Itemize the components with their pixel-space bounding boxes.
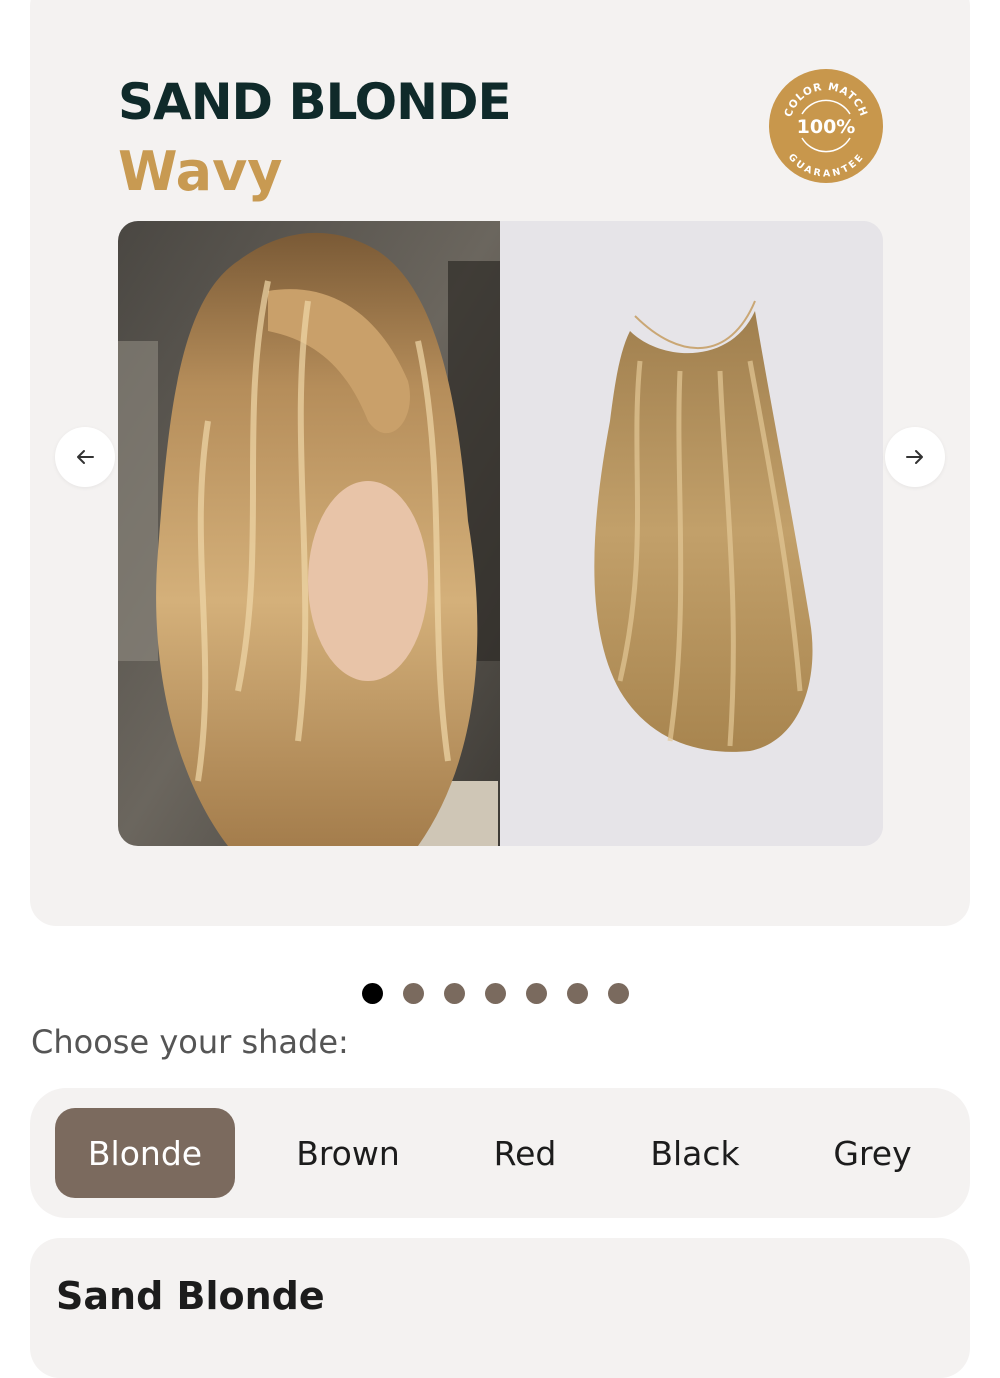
- color-match-badge: COLOR MATCH 100% GUARANTEE: [769, 69, 883, 183]
- shade-option-red[interactable]: Red: [465, 1108, 585, 1198]
- shade-option-black[interactable]: Black: [620, 1108, 770, 1198]
- shade-option-grey[interactable]: Grey: [805, 1108, 940, 1198]
- pagination-dot-2[interactable]: [403, 983, 424, 1004]
- product-gallery[interactable]: [118, 221, 883, 846]
- pagination-dot-1[interactable]: [362, 983, 383, 1004]
- shade-option-brown[interactable]: Brown: [268, 1108, 428, 1198]
- pagination-dot-6[interactable]: [567, 983, 588, 1004]
- model-photo: [118, 221, 500, 846]
- choose-shade-label: Choose your shade:: [31, 1023, 349, 1061]
- shade-detail-title: Sand Blonde: [56, 1274, 325, 1318]
- badge-center-text: 100%: [797, 116, 856, 138]
- next-image-button[interactable]: [885, 427, 945, 487]
- pagination-dot-4[interactable]: [485, 983, 506, 1004]
- pagination-dot-5[interactable]: [526, 983, 547, 1004]
- product-subtitle: Wavy: [118, 140, 283, 203]
- pagination-dot-3[interactable]: [444, 983, 465, 1004]
- arrow-right-icon: [906, 450, 923, 464]
- pagination-dot-7[interactable]: [608, 983, 629, 1004]
- arrow-left-icon: [77, 450, 94, 464]
- shade-option-blonde[interactable]: Blonde: [55, 1108, 235, 1198]
- previous-image-button[interactable]: [55, 427, 115, 487]
- carousel-pagination: [362, 983, 629, 1004]
- product-title: SAND BLONDE: [118, 73, 512, 131]
- hair-extension-photo: [500, 221, 883, 846]
